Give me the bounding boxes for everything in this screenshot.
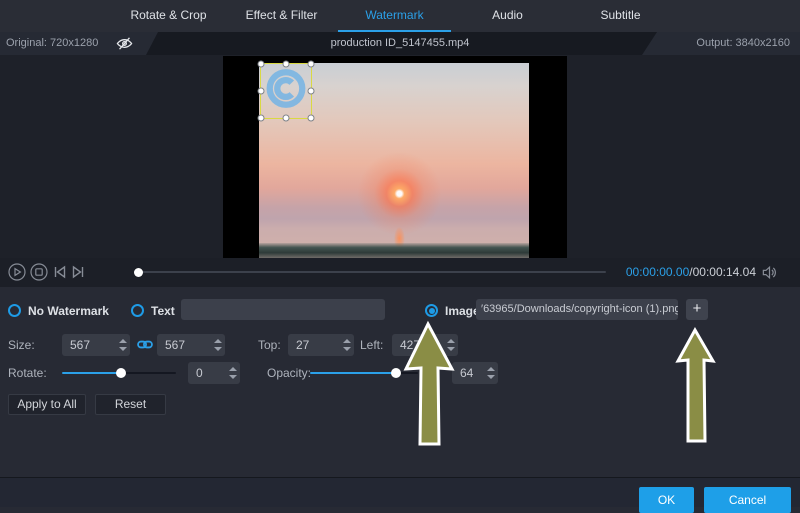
resize-handle-w[interactable]: [258, 88, 265, 95]
top-label: Top:: [258, 338, 281, 352]
preview-stage: [0, 55, 800, 258]
footer-bar: OK Cancel: [0, 477, 800, 507]
time-display: 00:00:00.00/00:00:14.04: [626, 258, 756, 287]
resize-handle-se[interactable]: [308, 115, 315, 122]
current-time: 00:00:00.00: [626, 265, 689, 279]
size-width-spinner[interactable]: 567: [62, 334, 130, 356]
watermark-selection-box[interactable]: [260, 63, 312, 119]
apply-to-all-button[interactable]: Apply to All: [8, 394, 86, 415]
volume-icon[interactable]: [761, 264, 778, 281]
text-watermark-label: Text: [151, 304, 175, 318]
original-resolution: Original: 720x1280: [6, 32, 98, 55]
stop-button[interactable]: [30, 263, 48, 281]
rotate-slider[interactable]: [62, 372, 176, 374]
left-spin-arrows[interactable]: [443, 334, 458, 356]
tab-rotate-crop[interactable]: Rotate & Crop: [112, 0, 225, 32]
tab-subtitle[interactable]: Subtitle: [564, 0, 677, 32]
tab-bar: Rotate & Crop Effect & Filter Watermark …: [0, 0, 800, 32]
rotate-label: Rotate:: [8, 366, 47, 380]
pointer-arrow-right: [678, 330, 713, 441]
resize-handle-nw[interactable]: [258, 61, 265, 68]
left-value: 427: [392, 334, 443, 356]
ocean-wave-band: [259, 243, 529, 258]
tab-watermark[interactable]: Watermark: [338, 0, 451, 32]
size-height-value: 567: [157, 334, 210, 356]
size-label: Size:: [8, 338, 35, 352]
timeline-handle[interactable]: [134, 268, 143, 277]
previous-frame-button[interactable]: [52, 263, 70, 281]
resize-handle-s[interactable]: [283, 115, 290, 122]
left-spinner[interactable]: 427: [392, 334, 458, 356]
rotate-value: 0: [188, 362, 225, 384]
size-width-value: 567: [62, 334, 115, 356]
next-frame-button[interactable]: [70, 263, 88, 281]
add-image-button[interactable]: +: [686, 299, 708, 320]
left-label: Left:: [360, 338, 383, 352]
output-resolution: Output: 3840x2160: [696, 37, 800, 49]
resize-handle-sw[interactable]: [258, 115, 265, 122]
opacity-slider-handle[interactable]: [391, 368, 401, 378]
text-watermark-radio[interactable]: [131, 304, 144, 317]
text-watermark-input[interactable]: [181, 299, 385, 320]
size-height-spin-arrows[interactable]: [210, 334, 225, 356]
total-time: /00:00:14.04: [689, 265, 756, 279]
rotate-spin-arrows[interactable]: [225, 362, 240, 384]
ok-button[interactable]: OK: [639, 487, 694, 513]
hide-watermark-eye-icon[interactable]: [116, 35, 133, 52]
play-button[interactable]: [8, 263, 26, 281]
opacity-value: 64: [452, 362, 483, 384]
output-resolution-panel: Output: 3840x2160: [642, 32, 800, 55]
top-spinner[interactable]: 27: [288, 334, 354, 356]
size-width-spin-arrows[interactable]: [115, 334, 130, 356]
opacity-label: Opacity:: [267, 366, 311, 380]
tab-effect-filter[interactable]: Effect & Filter: [225, 0, 338, 32]
opacity-spin-arrows[interactable]: [483, 362, 498, 384]
image-path-field[interactable]: ′63965/Downloads/copyright-icon (1).png: [476, 299, 678, 320]
cancel-button[interactable]: Cancel: [704, 487, 791, 513]
original-resolution-panel: Original: 720x1280: [0, 32, 158, 55]
image-watermark-label: Image: [445, 304, 480, 318]
opacity-spinner[interactable]: 64: [452, 362, 498, 384]
timeline-slider[interactable]: [136, 271, 606, 273]
info-bar: production ID_5147455.mp4 Original: 720x…: [0, 32, 800, 55]
top-spin-arrows[interactable]: [339, 334, 354, 356]
no-watermark-radio[interactable]: [8, 304, 21, 317]
tab-audio[interactable]: Audio: [451, 0, 564, 32]
resize-handle-ne[interactable]: [308, 61, 315, 68]
top-value: 27: [288, 334, 339, 356]
watermark-editor-window: Rotate & Crop Effect & Filter Watermark …: [0, 0, 800, 507]
opacity-slider[interactable]: [310, 372, 418, 374]
rotate-spinner[interactable]: 0: [188, 362, 240, 384]
image-watermark-radio[interactable]: [425, 304, 438, 317]
resize-handle-e[interactable]: [308, 88, 315, 95]
player-bar: 00:00:00.00/00:00:14.04: [0, 258, 800, 287]
rotate-slider-handle[interactable]: [116, 368, 126, 378]
resize-handle-n[interactable]: [283, 61, 290, 68]
copyright-watermark-icon: [265, 68, 307, 115]
no-watermark-label: No Watermark: [28, 304, 109, 318]
reset-button[interactable]: Reset: [95, 394, 166, 415]
link-aspect-icon[interactable]: [137, 338, 153, 356]
size-height-spinner[interactable]: 567: [157, 334, 225, 356]
